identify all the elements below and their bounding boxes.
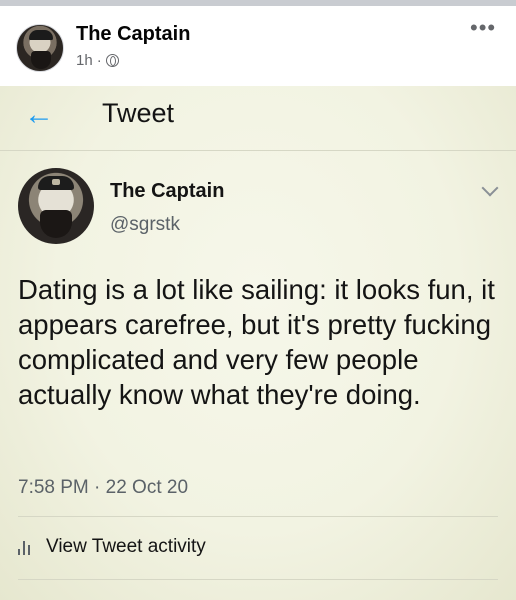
captain-hat: [38, 176, 74, 190]
activity-label: View Tweet activity: [46, 536, 206, 557]
more-options-icon[interactable]: •••: [470, 17, 496, 39]
tweet-author-handle[interactable]: @sgrstk: [110, 214, 180, 236]
post-age[interactable]: 1h: [76, 52, 93, 69]
divider: [18, 579, 498, 580]
author-name[interactable]: The Captain: [76, 23, 190, 46]
beard: [40, 210, 72, 238]
post-meta: 1h ·: [76, 52, 119, 69]
post-header: The Captain 1h · •••: [0, 6, 516, 86]
tweet-text: Dating is a lot like sailing: it looks f…: [18, 274, 495, 410]
chevron-down-icon[interactable]: [481, 179, 499, 197]
captain-hat: [29, 30, 53, 40]
arrow-left-icon[interactable]: ←: [24, 100, 54, 130]
beard: [31, 51, 51, 69]
divider: [18, 516, 498, 517]
globe-icon: [105, 54, 119, 67]
tweet-author-name[interactable]: The Captain: [110, 180, 224, 203]
divider: [0, 150, 516, 151]
tweet-timestamp[interactable]: 7:58 PM · 22 Oct 20: [18, 477, 188, 499]
tweet-author-avatar[interactable]: [18, 168, 94, 244]
tweet-screenshot: ← Tweet The Captain @sgrstk Dating is a …: [0, 86, 516, 600]
view-tweet-activity-link[interactable]: View Tweet activity: [18, 536, 206, 558]
author-avatar[interactable]: [16, 24, 64, 72]
tweet-page-title: Tweet: [102, 98, 175, 128]
meta-separator: ·: [96, 52, 102, 69]
bar-chart-icon: [18, 539, 36, 555]
